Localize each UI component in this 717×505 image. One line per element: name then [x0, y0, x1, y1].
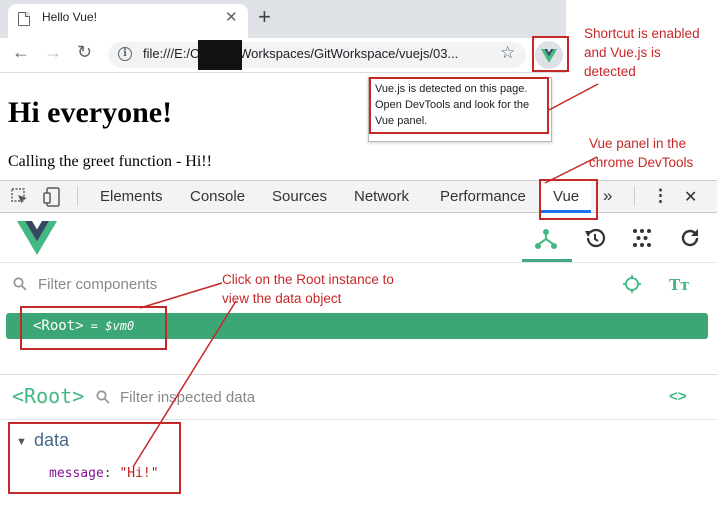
annotation-root-text: Click on the Root instance to view the d… — [222, 272, 394, 306]
annotation-shortcut-text: Shortcut is enabled and Vue.js is detect… — [584, 26, 700, 79]
annotation-panel-text: Vue panel in the chrome DevTools — [589, 136, 694, 170]
